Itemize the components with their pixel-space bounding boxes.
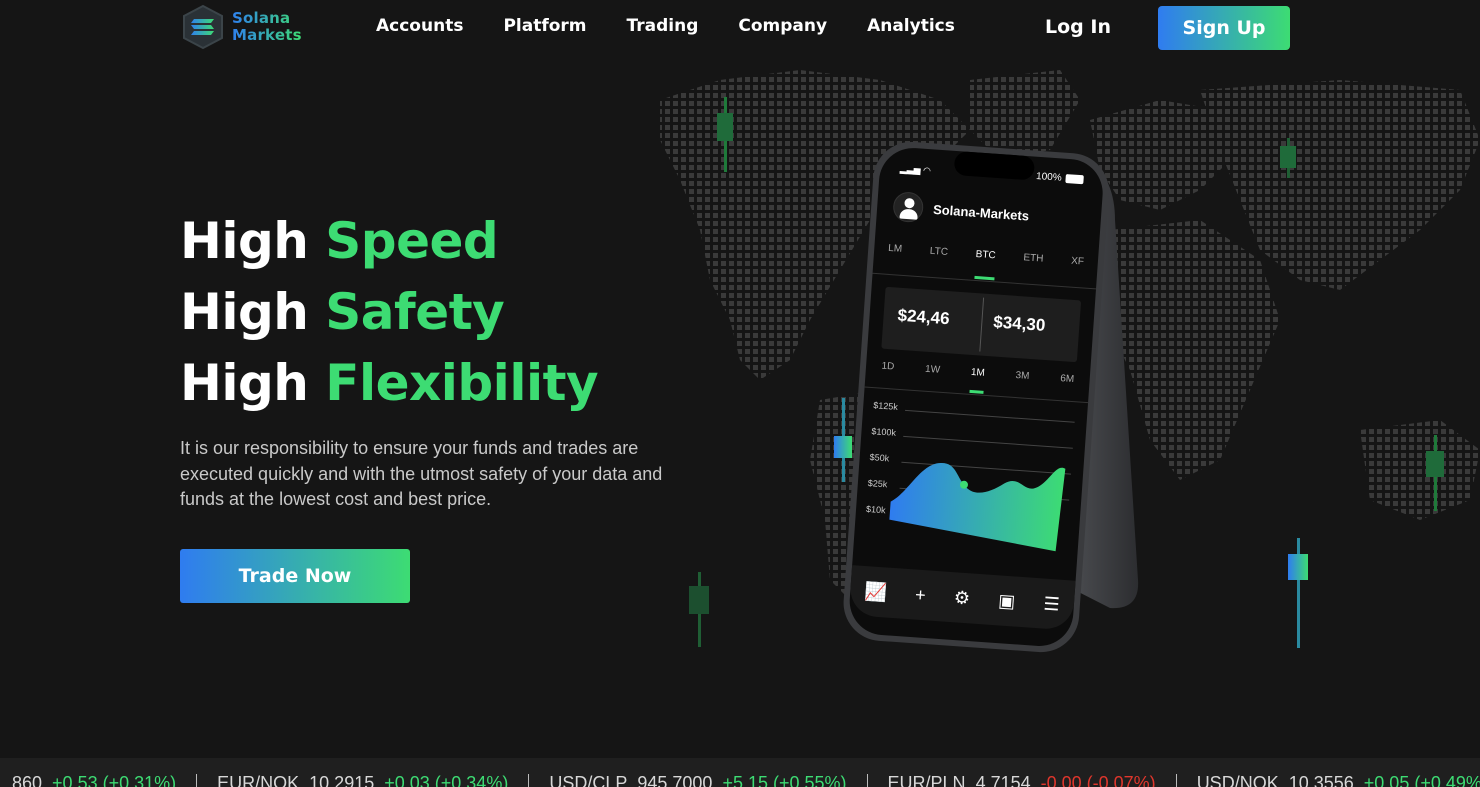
signal-icon: ▂▃▅ ◠ bbox=[899, 163, 932, 176]
headline-highlight: Safety bbox=[325, 283, 505, 341]
nav-item-trading[interactable]: Trading bbox=[627, 16, 699, 36]
brand-logo[interactable]: Solana Markets bbox=[180, 4, 302, 50]
nav-item-company[interactable]: Company bbox=[738, 16, 827, 36]
brand-line-1: Solana bbox=[232, 10, 302, 27]
brand-line-2: Markets bbox=[232, 26, 302, 44]
headline-prefix: High bbox=[180, 212, 309, 270]
range-tabs: 1D 1W 1M 3M 6M bbox=[864, 359, 1090, 404]
hero-description: It is our responsibility to ensure your … bbox=[180, 438, 663, 509]
settings-icon[interactable]: ⚙ bbox=[953, 587, 970, 609]
ticker-price: 4.7154 bbox=[975, 772, 1031, 787]
ticker-change: -0.00 (-0.07%) bbox=[1040, 772, 1156, 787]
app-header: Solana-Markets bbox=[892, 191, 1084, 240]
candle-decoration bbox=[1426, 435, 1444, 511]
ticker-symbol: USD/NOK bbox=[1196, 772, 1279, 787]
ticker-item[interactable]: EUR/NOK 10.2915 +0.03 (+0.34%) bbox=[197, 772, 530, 787]
area-chart bbox=[889, 409, 1075, 552]
ticker-row: 860 +0.53 (+0.31%) EUR/NOK 10.2915 +0.03… bbox=[0, 772, 1480, 787]
candle-decoration bbox=[1280, 138, 1296, 178]
avatar-body bbox=[899, 208, 919, 220]
ticker-symbol: EUR/PLN bbox=[887, 772, 966, 787]
tab-xf[interactable]: XF bbox=[1069, 256, 1085, 288]
wallet-icon[interactable]: ▣ bbox=[998, 590, 1016, 612]
headline-highlight: Speed bbox=[325, 212, 499, 270]
tab-eth[interactable]: ETH bbox=[1022, 252, 1044, 284]
price-ticker: 860 +0.53 (+0.31%) EUR/NOK 10.2915 +0.03… bbox=[0, 758, 1480, 787]
status-bar: ▂▃▅ ◠ 100% bbox=[891, 161, 1087, 189]
ticker-price: 860 bbox=[12, 772, 43, 787]
ticker-change: +0.05 (+0.49%) bbox=[1363, 772, 1480, 787]
price-left: $24,46 bbox=[897, 305, 951, 329]
ticker-item[interactable]: USD/CLP 945.7000 +5.15 (+0.55%) bbox=[529, 772, 868, 787]
range-3m[interactable]: 3M bbox=[1014, 370, 1030, 398]
ticker-price: 945.7000 bbox=[637, 772, 713, 787]
range-1m[interactable]: 1M bbox=[969, 366, 986, 394]
nav-item-analytics[interactable]: Analytics bbox=[867, 16, 955, 36]
candle-decoration bbox=[689, 572, 709, 647]
ticker-change: +0.03 (+0.34%) bbox=[384, 772, 509, 787]
brand-name: Solana Markets bbox=[232, 10, 302, 44]
bottom-bar: 📈 + ⚙ ▣ ☰ bbox=[848, 565, 1076, 631]
price-panel: $24,46 $34,30 bbox=[881, 286, 1082, 363]
ticker-symbol: USD/CLP bbox=[549, 772, 628, 787]
headline-line-3: High Flexibility bbox=[180, 348, 599, 419]
trade-now-button[interactable]: Trade Now bbox=[180, 549, 410, 603]
main-nav: Accounts Platform Trading Company Analyt… bbox=[376, 16, 995, 36]
tab-lm[interactable]: LM bbox=[886, 243, 903, 275]
login-link[interactable]: Log In bbox=[1045, 16, 1111, 38]
battery-icon bbox=[1065, 174, 1084, 185]
tab-ltc[interactable]: LTC bbox=[928, 246, 948, 278]
tab-btc[interactable]: BTC bbox=[974, 248, 997, 281]
price-divider bbox=[979, 297, 985, 352]
price-chart: $125k $100k $50k $25k $10k bbox=[860, 400, 1079, 554]
range-1w[interactable]: 1W bbox=[924, 364, 941, 392]
range-6m[interactable]: 6M bbox=[1059, 373, 1075, 401]
range-1d[interactable]: 1D bbox=[880, 361, 895, 389]
ticker-item[interactable]: EUR/PLN 4.7154 -0.00 (-0.07%) bbox=[868, 772, 1177, 787]
headline-line-2: High Safety bbox=[180, 277, 598, 348]
candle-decoration bbox=[1288, 538, 1308, 648]
solana-logo-icon bbox=[183, 4, 223, 50]
app-name: Solana-Markets bbox=[932, 201, 1030, 224]
nav-item-platform[interactable]: Platform bbox=[503, 16, 586, 36]
ticker-price: 10.2915 bbox=[309, 772, 375, 787]
ticker-price: 10.3556 bbox=[1288, 772, 1354, 787]
avatar bbox=[892, 191, 925, 224]
headline-highlight: Flexibility bbox=[325, 354, 599, 412]
plus-icon[interactable]: + bbox=[914, 584, 926, 606]
ticker-symbol: EUR/NOK bbox=[217, 772, 300, 787]
headline-line-1: High Speed bbox=[180, 206, 598, 277]
coin-tabs: LM LTC BTC ETH XF bbox=[872, 241, 1099, 290]
battery-level: 100% bbox=[1035, 170, 1063, 184]
ticker-change: +5.15 (+0.55%) bbox=[722, 772, 847, 787]
candle-decoration bbox=[717, 97, 733, 172]
ticker-item[interactable]: 860 +0.53 (+0.31%) bbox=[0, 772, 198, 787]
phone-screen: ▂▃▅ ◠ 100% Solana-Markets LM LTC BTC ETH… bbox=[847, 146, 1104, 648]
chart-icon[interactable]: 📈 bbox=[864, 581, 888, 604]
headline-prefix: High bbox=[180, 354, 309, 412]
ticker-change: +0.53 (+0.31%) bbox=[52, 772, 177, 787]
avatar-head bbox=[904, 197, 915, 209]
signup-button[interactable]: Sign Up bbox=[1158, 6, 1290, 50]
price-right: $34,30 bbox=[992, 312, 1046, 335]
headline-prefix: High bbox=[180, 283, 309, 341]
hero-headline: High Speed High Safety High Flexibility bbox=[180, 206, 599, 419]
ticker-item[interactable]: USD/NOK 10.3556 +0.05 (+0.49%) bbox=[1177, 772, 1480, 787]
nav-item-accounts[interactable]: Accounts bbox=[376, 16, 463, 36]
menu-icon[interactable]: ☰ bbox=[1043, 593, 1060, 615]
